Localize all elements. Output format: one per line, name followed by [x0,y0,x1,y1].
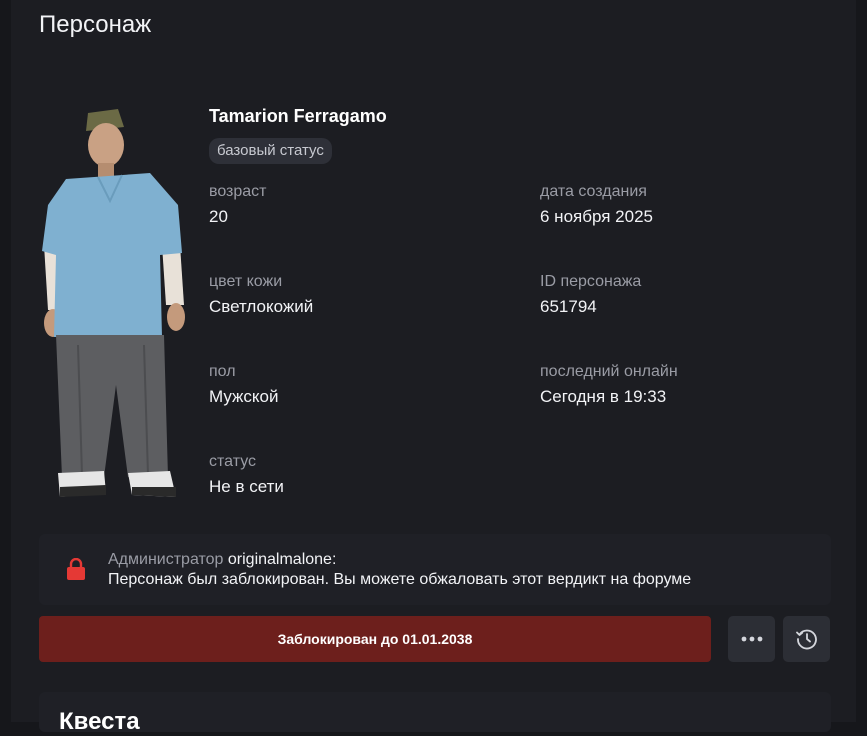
last-online-label: последний онлайн [540,363,678,380]
ban-notice: Администратор originalmalone: Персонаж б… [39,534,831,605]
more-options-button[interactable] [728,616,775,662]
quests-section-title: Квеста [59,708,140,735]
age-value: 20 [209,207,228,226]
notice-admin-line: Администратор originalmalone: [108,551,336,569]
created-label: дата создания [540,183,647,200]
skin-value: Светлокожий [209,297,314,316]
last-online-value: Сегодня в 19:33 [540,387,667,406]
gender-value: Мужской [209,387,279,406]
created-value: 6 ноября 2025 [540,207,653,226]
status-value: Не в сети [209,477,284,496]
status-label: статус [209,453,257,470]
more-dots-icon [741,636,762,642]
lock-icon [67,558,85,580]
gender-label: пол [209,363,236,380]
age-label: возраст [209,183,267,200]
character-id-value: 651794 [540,297,597,316]
page-title: Персонаж [39,11,152,38]
skin-label: цвет кожи [209,273,283,290]
notice-admin-name: originalmalone: [227,551,337,568]
blocked-until-label: Заблокирован до 01.01.2038 [277,631,473,647]
blocked-until-button[interactable]: Заблокирован до 01.01.2038 [39,616,711,662]
history-button[interactable] [783,616,830,662]
quests-section: Квеста [39,692,831,735]
character-avatar [42,109,185,497]
character-id-label: ID персонажа [540,273,642,290]
character-name: Tamarion Ferragamo [209,106,387,126]
notice-message: Персонаж был заблокирован. Вы можете обж… [108,571,692,588]
notice-admin-prefix: Администратор [108,551,224,568]
history-clock-icon [795,629,817,650]
status-badge: базовый статус [209,138,332,164]
